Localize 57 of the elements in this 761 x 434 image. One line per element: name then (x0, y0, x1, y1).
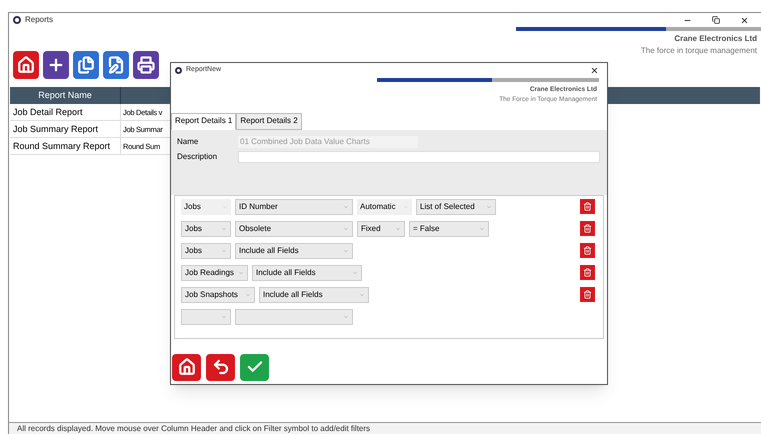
trash-icon (583, 246, 592, 255)
dropdown[interactable]: Job Snapshots (181, 286, 255, 302)
table-cell: Round Summary Report (10, 138, 121, 154)
delete-button[interactable] (580, 221, 595, 236)
dropdown[interactable]: Obsolete (235, 220, 353, 236)
home-button[interactable] (13, 51, 39, 79)
delete-button[interactable] (580, 199, 595, 214)
restore-icon[interactable] (712, 16, 720, 24)
dropdown[interactable]: Jobs (181, 198, 231, 214)
tab[interactable]: Report Details 1 (171, 112, 236, 130)
app-icon (175, 67, 182, 74)
trash-icon (583, 290, 592, 299)
company-name: Crane Electronics Ltd (674, 33, 757, 45)
dropdown[interactable]: Fixed (357, 220, 405, 236)
document-pen-icon (107, 56, 125, 74)
description-label: Description (177, 150, 218, 162)
home-icon (178, 358, 196, 376)
dropdown[interactable]: Include all Fields (235, 242, 353, 258)
delete-button[interactable] (580, 243, 595, 258)
column-header[interactable]: Report Name (10, 87, 121, 104)
add-button[interactable] (43, 51, 69, 79)
edit-button[interactable] (103, 51, 129, 79)
description-field[interactable] (238, 150, 600, 162)
copy-button[interactable] (73, 51, 99, 79)
print-button[interactable] (133, 51, 159, 79)
dropdown[interactable]: Jobs (181, 220, 231, 236)
name-label: Name (177, 136, 200, 148)
home-icon (17, 56, 35, 74)
tab[interactable]: Report Details 2 (236, 112, 302, 130)
dropdown[interactable]: List of Selected (416, 198, 496, 214)
close-icon[interactable] (590, 66, 599, 75)
undo-arrow-icon (212, 358, 230, 376)
table-cell: Job Detail Report (10, 104, 121, 120)
dropdown[interactable]: Jobs (181, 242, 231, 258)
delete-button[interactable] (580, 287, 595, 302)
dropdown[interactable]: = False (409, 220, 489, 236)
delete-button[interactable] (580, 265, 595, 280)
app-icon (13, 16, 21, 24)
dropdown[interactable]: Automatic (357, 198, 412, 214)
plus-icon (47, 56, 65, 74)
trash-icon (583, 224, 592, 233)
dropdown[interactable]: Include all Fields (259, 286, 369, 302)
dropdown[interactable]: Include all Fields (252, 264, 362, 280)
dropdown[interactable]: Job Readings (181, 264, 248, 280)
ok-button[interactable] (240, 354, 269, 380)
trash-icon (583, 268, 592, 277)
printer-icon (137, 56, 155, 74)
close-icon[interactable] (740, 16, 749, 24)
window-title: Reports (25, 14, 54, 26)
company-tagline: The force in torque management (640, 45, 757, 57)
status-text: All records displayed. Move mouse over Column Header and click on Filter symbol to add/edit filters (17, 422, 370, 434)
table-cell: Job Summary Report (10, 121, 121, 137)
dropdown[interactable]: ID Number (235, 198, 353, 214)
documents-icon (77, 56, 95, 74)
home-button[interactable] (172, 354, 201, 380)
trash-icon (583, 202, 592, 211)
back-button[interactable] (206, 354, 235, 380)
